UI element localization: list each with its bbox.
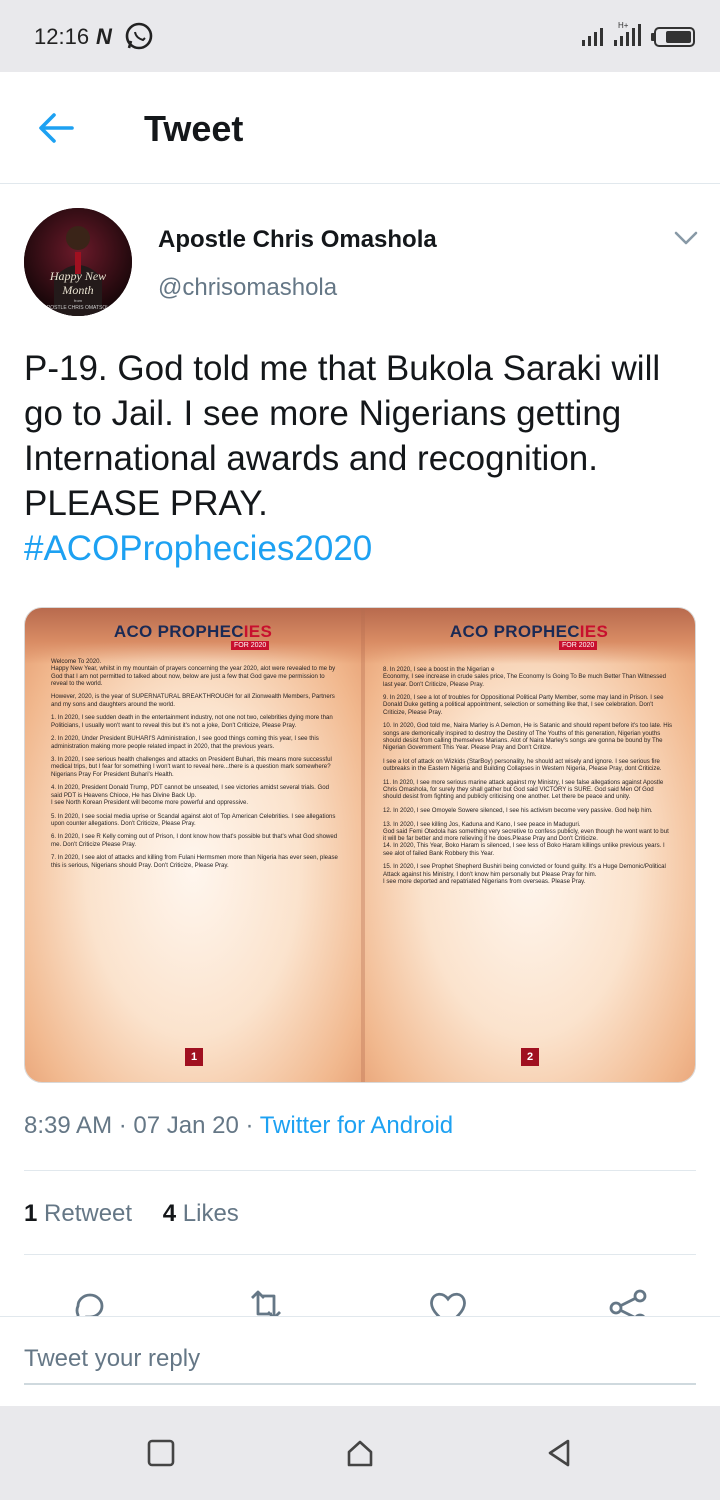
prophecy-paragraph: 9. In 2020, I see a lot of troubles for … — [383, 694, 664, 716]
system-nav-bar — [0, 1406, 720, 1500]
prophecy-paragraph: 1. In 2020, I see sudden death in the en… — [51, 714, 333, 729]
heading-suffix: IES — [579, 622, 609, 641]
prophecy-paragraph: 10. In 2020, God told me, Naira Marley i… — [383, 722, 673, 752]
likes-label: Likes — [182, 1200, 239, 1227]
back-icon[interactable] — [544, 1438, 574, 1468]
avatar-text-happy-new: Happy New — [49, 269, 106, 283]
avatar-text-month: Month — [61, 283, 93, 297]
page-body: 8. In 2020, I see a boost in the Nigeria… — [383, 666, 673, 892]
n-icon: N — [96, 24, 112, 49]
page-heading: ACO PROPHECIES — [361, 622, 695, 642]
whatsapp-icon — [125, 22, 153, 50]
reply-input[interactable]: Tweet your reply — [24, 1345, 696, 1385]
tweet-source-link[interactable]: Twitter for Android — [260, 1112, 453, 1139]
home-icon[interactable] — [345, 1438, 375, 1468]
retweets-label: Retweet — [44, 1200, 133, 1227]
recents-icon[interactable] — [146, 1438, 176, 1468]
tweet-text: P-19. God told me that Bukola Saraki wil… — [24, 346, 704, 571]
prophecy-paragraph: 2. In 2020, Under President BUHARI'S Adm… — [51, 735, 319, 750]
heading-suffix: IES — [243, 622, 273, 641]
prophecy-paragraph: 7. In 2020, I see alot of attacks and ki… — [51, 854, 338, 869]
heading-main: PROPHEC — [157, 622, 244, 641]
retweets-stat[interactable]: 1 Retweet — [24, 1200, 132, 1227]
prophecy-paragraph: 4. In 2020, President Donald Trump, PDT … — [51, 784, 329, 806]
prophecy-paragraph: Welcome To 2020. Happy New Year, whilst i… — [51, 658, 336, 687]
prophecy-paragraph: 6. In 2020, I see R Kelly coming out of … — [51, 833, 338, 848]
page-spine — [361, 608, 365, 1082]
app-bar: Tweet — [0, 72, 720, 184]
tweet-author: Happy New Month from APOSTLE CHRIS OMATS… — [0, 184, 720, 324]
battery-icon — [651, 27, 695, 47]
prophecy-paragraph: 3. In 2020, I see serious health challen… — [51, 756, 332, 778]
prophecy-paragraph: 15. In 2020, I see Prophet Shepherd Bush… — [383, 863, 666, 885]
prophecy-paragraph: However, 2020, is the year of SUPERNATUR… — [51, 693, 335, 708]
page-badge: FOR 2020 — [559, 641, 598, 650]
page-heading: ACO PROPHECIES — [25, 622, 361, 642]
tweet-actions — [0, 1280, 720, 1316]
heading-main: PROPHEC — [493, 622, 580, 641]
prophecy-paragraph: 8. In 2020, I see a boost in the Nigeria… — [383, 666, 667, 688]
chevron-down-icon[interactable] — [672, 228, 700, 248]
tweet-date: 07 Jan 20 — [133, 1112, 239, 1139]
image-page-left: ACO PROPHECIES FOR 2020 Welcome To 2020.… — [25, 608, 361, 1082]
tweet-time: 8:39 AM — [24, 1112, 113, 1139]
page-body: Welcome To 2020. Happy New Year, whilst i… — [51, 658, 341, 875]
like-icon[interactable] — [426, 1286, 470, 1316]
retweet-icon[interactable] — [244, 1286, 288, 1316]
avatar-text-from: from — [74, 298, 83, 303]
tweet-body: P-19. God told me that Bukola Saraki wil… — [24, 349, 661, 523]
meta-separator: · — [238, 1112, 260, 1139]
reply-bar: Tweet your reply — [0, 1316, 720, 1406]
tweet-stats: 1 Retweet 4 Likes — [24, 1200, 263, 1228]
status-time: 12:16 — [34, 24, 90, 49]
tweet-image[interactable]: ACO PROPHECIES FOR 2020 Welcome To 2020.… — [24, 607, 696, 1083]
page-number: 2 — [521, 1048, 539, 1066]
page-badge: FOR 2020 — [231, 641, 270, 650]
likes-count: 4 — [162, 1200, 177, 1227]
signal-icon — [582, 28, 603, 46]
share-icon[interactable] — [606, 1286, 650, 1316]
avatar[interactable]: Happy New Month from APOSTLE CHRIS OMATS… — [24, 208, 132, 316]
page-number: 1 — [185, 1048, 203, 1066]
prophecy-paragraph: 13. In 2020, I see killing Jos, Kaduna a… — [383, 820, 669, 857]
avatar-text-name: APOSTLE CHRIS OMATSOLA — [44, 305, 113, 311]
avatar-image: Happy New Month from APOSTLE CHRIS OMATS… — [24, 208, 132, 316]
dual-sim-signal-icon: H+ — [614, 21, 641, 46]
author-handle[interactable]: @chrisomashola — [158, 274, 337, 302]
author-name[interactable]: Apostle Chris Omashola — [158, 226, 437, 254]
svg-text:H+: H+ — [618, 21, 629, 30]
retweets-count: 1 — [24, 1200, 38, 1227]
prophecy-paragraph: 5. In 2020, I see social media uprise or… — [51, 812, 336, 827]
meta-separator: · — [112, 1112, 134, 1139]
divider — [24, 1254, 696, 1255]
likes-stat[interactable]: 4 Likes — [163, 1200, 239, 1227]
hashtag-link[interactable]: #ACOProphecies2020 — [24, 526, 704, 571]
heading-prefix: ACO — [113, 622, 158, 641]
page-title: Tweet — [144, 108, 244, 149]
prophecy-paragraph: I see a lot of attack on Wizkids (StarBo… — [383, 757, 662, 773]
reply-icon[interactable] — [68, 1286, 112, 1316]
image-page-right: ACO PROPHECIES FOR 2020 8. In 2020, I se… — [361, 608, 695, 1082]
tweet-meta: 8:39 AM · 07 Jan 20 · Twitter for Androi… — [24, 1112, 453, 1140]
prophecy-paragraph: 12. In 2020, I see Omoyele Sowere silenc… — [383, 806, 653, 814]
status-bar: 12:16 N H+ — [0, 0, 720, 72]
arrow-left-icon[interactable] — [36, 110, 76, 146]
divider — [24, 1170, 696, 1171]
prophecy-paragraph: 11. In 2020, I see more serious marine a… — [383, 778, 664, 801]
heading-prefix: ACO — [449, 622, 494, 641]
